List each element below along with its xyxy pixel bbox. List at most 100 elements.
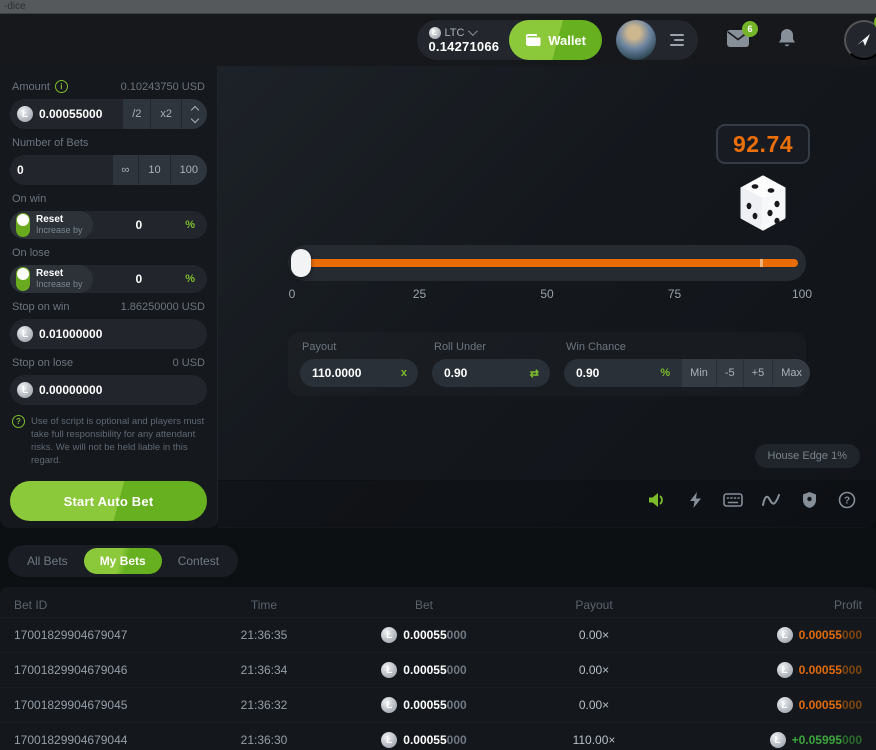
stop-on-win-input[interactable]: Ł 0.01000000 bbox=[10, 326, 207, 342]
slider-scale: 0 25 50 75 100 bbox=[292, 287, 802, 301]
table-row[interactable]: 17001829904679045 21:36:32 Ł 0.00055000 … bbox=[0, 687, 876, 722]
toggle-icon bbox=[16, 267, 30, 291]
ltc-coin-icon: Ł bbox=[429, 27, 441, 39]
payout-input[interactable]: 110.0000 x bbox=[300, 359, 418, 387]
chat-button[interactable]: 99 bbox=[844, 20, 876, 60]
win-chance-input[interactable]: 0.90 % Min -5 +5 Max bbox=[564, 359, 810, 387]
tab-my-bets[interactable]: My Bets bbox=[84, 548, 162, 574]
decrease-icon bbox=[190, 114, 198, 122]
stop-on-win-label: Stop on win bbox=[12, 301, 69, 313]
table-row[interactable]: 17001829904679047 21:36:35 Ł 0.00055000 … bbox=[0, 617, 876, 652]
tab-contest[interactable]: Contest bbox=[162, 548, 235, 574]
start-auto-bet-button[interactable]: Start Auto Bet bbox=[10, 481, 207, 521]
window-titlebar: -dice bbox=[0, 0, 876, 14]
wallet-button[interactable]: Wallet bbox=[509, 20, 602, 60]
bets-100-button[interactable]: 100 bbox=[170, 155, 207, 185]
col-profit: Profit bbox=[674, 598, 862, 612]
on-win-mode-toggle[interactable]: Reset Increase by bbox=[10, 211, 93, 239]
bet-profit: Ł 0.00055000 bbox=[674, 697, 862, 713]
increase-by-option: Increase by bbox=[36, 225, 83, 235]
slider-handle[interactable] bbox=[291, 249, 311, 277]
roll-result-box: 92.74 bbox=[716, 124, 810, 164]
currency-selector[interactable]: Ł LTC 0.14271066 Wallet bbox=[417, 20, 603, 60]
bet-id: 17001829904679045 bbox=[14, 698, 194, 712]
scale-tick: 100 bbox=[792, 287, 812, 301]
svg-text:?: ? bbox=[844, 496, 850, 507]
on-lose-value[interactable]: 0 bbox=[93, 272, 186, 286]
payout-group: Payout 110.0000 x bbox=[300, 341, 418, 387]
bet-time: 21:36:30 bbox=[194, 733, 334, 747]
live-stats-button[interactable] bbox=[760, 489, 782, 511]
fairness-button[interactable] bbox=[798, 489, 820, 511]
notifications-button[interactable] bbox=[778, 28, 796, 52]
bets-infinite-button[interactable]: ∞ bbox=[112, 155, 139, 185]
profile-menu[interactable] bbox=[616, 20, 698, 60]
bet-payout: 0.00× bbox=[514, 663, 674, 677]
number-of-bets-input[interactable]: 0 bbox=[10, 163, 112, 177]
game-toolbar: ? bbox=[218, 480, 876, 527]
ltc-coin-icon: Ł bbox=[770, 732, 786, 748]
roll-under-input[interactable]: 0.90 ⇄ bbox=[432, 359, 550, 387]
table-row[interactable]: 17001829904679046 21:36:34 Ł 0.00055000 … bbox=[0, 652, 876, 687]
ltc-coin-icon: Ł bbox=[777, 662, 793, 678]
avatar[interactable] bbox=[616, 20, 656, 60]
stop-on-lose-input[interactable]: Ł 0.00000000 bbox=[10, 382, 207, 398]
bets-10-button[interactable]: 10 bbox=[138, 155, 169, 185]
currency-info[interactable]: Ł LTC 0.14271066 bbox=[429, 27, 510, 54]
dice-slider[interactable] bbox=[288, 245, 806, 281]
ltc-coin-icon: Ł bbox=[17, 382, 33, 398]
hotkeys-button[interactable] bbox=[722, 489, 744, 511]
table-row[interactable]: 17001829904679044 21:36:30 Ł 0.00055000 … bbox=[0, 722, 876, 750]
help-button[interactable]: ? bbox=[836, 489, 858, 511]
wallet-balance: 0.14271066 bbox=[429, 39, 500, 54]
col-time: Time bbox=[194, 598, 334, 612]
ltc-coin-icon: Ł bbox=[381, 662, 397, 678]
tab-all-bets[interactable]: All Bets bbox=[11, 548, 84, 574]
instant-bet-button[interactable] bbox=[684, 489, 706, 511]
half-amount-button[interactable]: /2 bbox=[122, 99, 150, 129]
bet-payout: 110.00× bbox=[514, 733, 674, 747]
stop-on-win-usd: 1.86250000 USD bbox=[121, 301, 205, 313]
on-win-value[interactable]: 0 bbox=[93, 218, 186, 232]
stop-on-lose-usd: 0 USD bbox=[173, 357, 205, 369]
help-icon: ? bbox=[838, 491, 856, 509]
top-navbar: Ł LTC 0.14271066 Wallet 6 99 bbox=[0, 14, 876, 66]
win-chance-label: Win Chance bbox=[566, 341, 808, 353]
win-chance-max-button[interactable]: Max bbox=[772, 359, 810, 387]
house-edge-badge: House Edge 1% bbox=[755, 444, 861, 468]
on-win-label: On win bbox=[12, 193, 46, 205]
swap-icon[interactable]: ⇄ bbox=[530, 367, 550, 380]
on-lose-mode-toggle[interactable]: Reset Increase by bbox=[10, 265, 93, 293]
bet-time: 21:36:32 bbox=[194, 698, 334, 712]
window-title: -dice bbox=[4, 1, 26, 12]
wallet-icon bbox=[525, 33, 541, 47]
bet-amount: Ł 0.00055000 bbox=[334, 627, 514, 643]
bet-amount: Ł 0.00055000 bbox=[334, 732, 514, 748]
win-chance-min-button[interactable]: Min bbox=[681, 359, 716, 387]
bell-icon bbox=[778, 28, 796, 49]
table-header: Bet ID Time Bet Payout Profit bbox=[0, 587, 876, 617]
sound-button[interactable] bbox=[646, 489, 668, 511]
col-bet: Bet bbox=[334, 598, 514, 612]
ltc-coin-icon: Ł bbox=[381, 732, 397, 748]
ltc-coin-icon: Ł bbox=[17, 106, 33, 122]
currency-code: LTC bbox=[445, 27, 465, 39]
messages-button[interactable]: 6 bbox=[726, 29, 750, 51]
amount-input[interactable]: Ł 0.00055000 bbox=[10, 106, 122, 122]
on-lose-label: On lose bbox=[12, 247, 50, 259]
amount-stepper[interactable] bbox=[181, 99, 207, 129]
win-chance-minus5-button[interactable]: -5 bbox=[716, 359, 743, 387]
roll-under-group: Roll Under 0.90 ⇄ bbox=[432, 341, 550, 387]
bet-payout: 0.00× bbox=[514, 698, 674, 712]
ltc-coin-icon: Ł bbox=[381, 627, 397, 643]
menu-icon[interactable] bbox=[656, 34, 698, 46]
keyboard-icon bbox=[723, 493, 743, 507]
bet-time: 21:36:34 bbox=[194, 663, 334, 677]
increase-icon bbox=[190, 105, 198, 113]
double-amount-button[interactable]: x2 bbox=[150, 99, 181, 129]
auto-bet-panel: Amount i 0.10243750 USD Ł 0.00055000 /2 … bbox=[0, 66, 218, 528]
bet-id: 17001829904679047 bbox=[14, 628, 194, 642]
on-lose-control: Reset Increase by 0 % bbox=[10, 265, 207, 293]
win-chance-plus5-button[interactable]: +5 bbox=[743, 359, 773, 387]
info-icon[interactable]: i bbox=[55, 80, 68, 93]
